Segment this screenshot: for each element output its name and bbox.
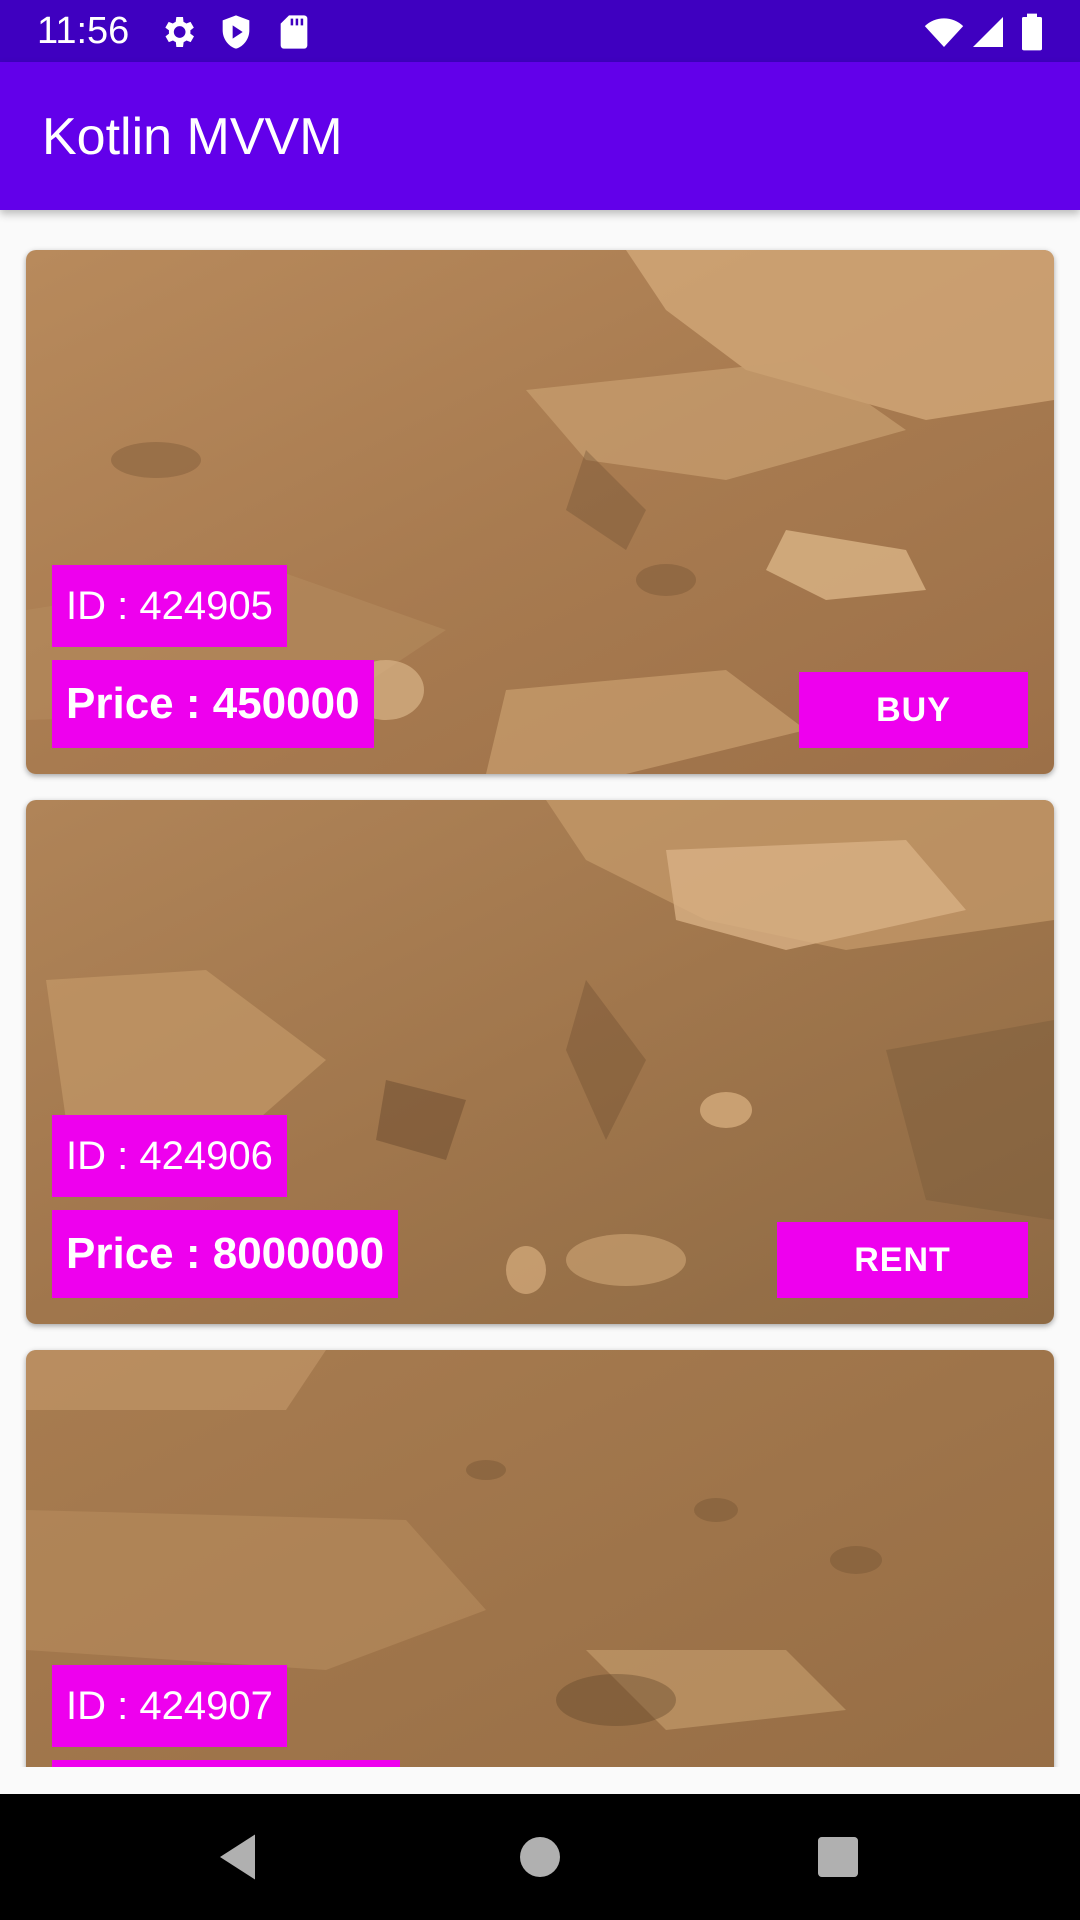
property-price <box>52 1760 400 1767</box>
property-card[interactable]: ID : 424906 Price : 8000000 RENT <box>26 800 1054 1324</box>
shield-icon <box>216 12 256 52</box>
recents-icon[interactable] <box>808 1827 868 1887</box>
property-card[interactable]: ID : 424907 <box>26 1350 1054 1767</box>
navigation-bar <box>0 1794 1080 1920</box>
property-id: ID : 424907 <box>52 1665 287 1747</box>
status-time: 11:56 <box>37 10 130 52</box>
property-id: ID : 424906 <box>52 1115 287 1197</box>
app-bar: Kotlin MVVM <box>0 62 1080 210</box>
property-card[interactable]: ID : 424905 Price : 450000 BUY <box>26 250 1054 774</box>
gear-icon <box>158 12 198 52</box>
wifi-icon <box>922 12 966 52</box>
property-list[interactable]: ID : 424905 Price : 450000 BUY ID: 4249… <box>0 210 1080 1767</box>
sd-card-icon <box>274 12 314 52</box>
battery-icon <box>1018 12 1046 52</box>
signal-icon <box>970 12 1006 52</box>
back-icon[interactable] <box>210 1827 270 1887</box>
status-bar: 11:56 <box>0 0 1080 62</box>
buy-button[interactable]: BUY <box>799 672 1028 748</box>
rent-button[interactable]: RENT <box>777 1222 1028 1298</box>
property-id: ID : 424905 <box>52 565 287 647</box>
app-title: Kotlin MVVM <box>42 108 343 166</box>
home-icon[interactable] <box>510 1827 570 1887</box>
property-price: Price : 8000000 <box>52 1210 399 1298</box>
property-price: Price : 450000 <box>52 660 374 748</box>
